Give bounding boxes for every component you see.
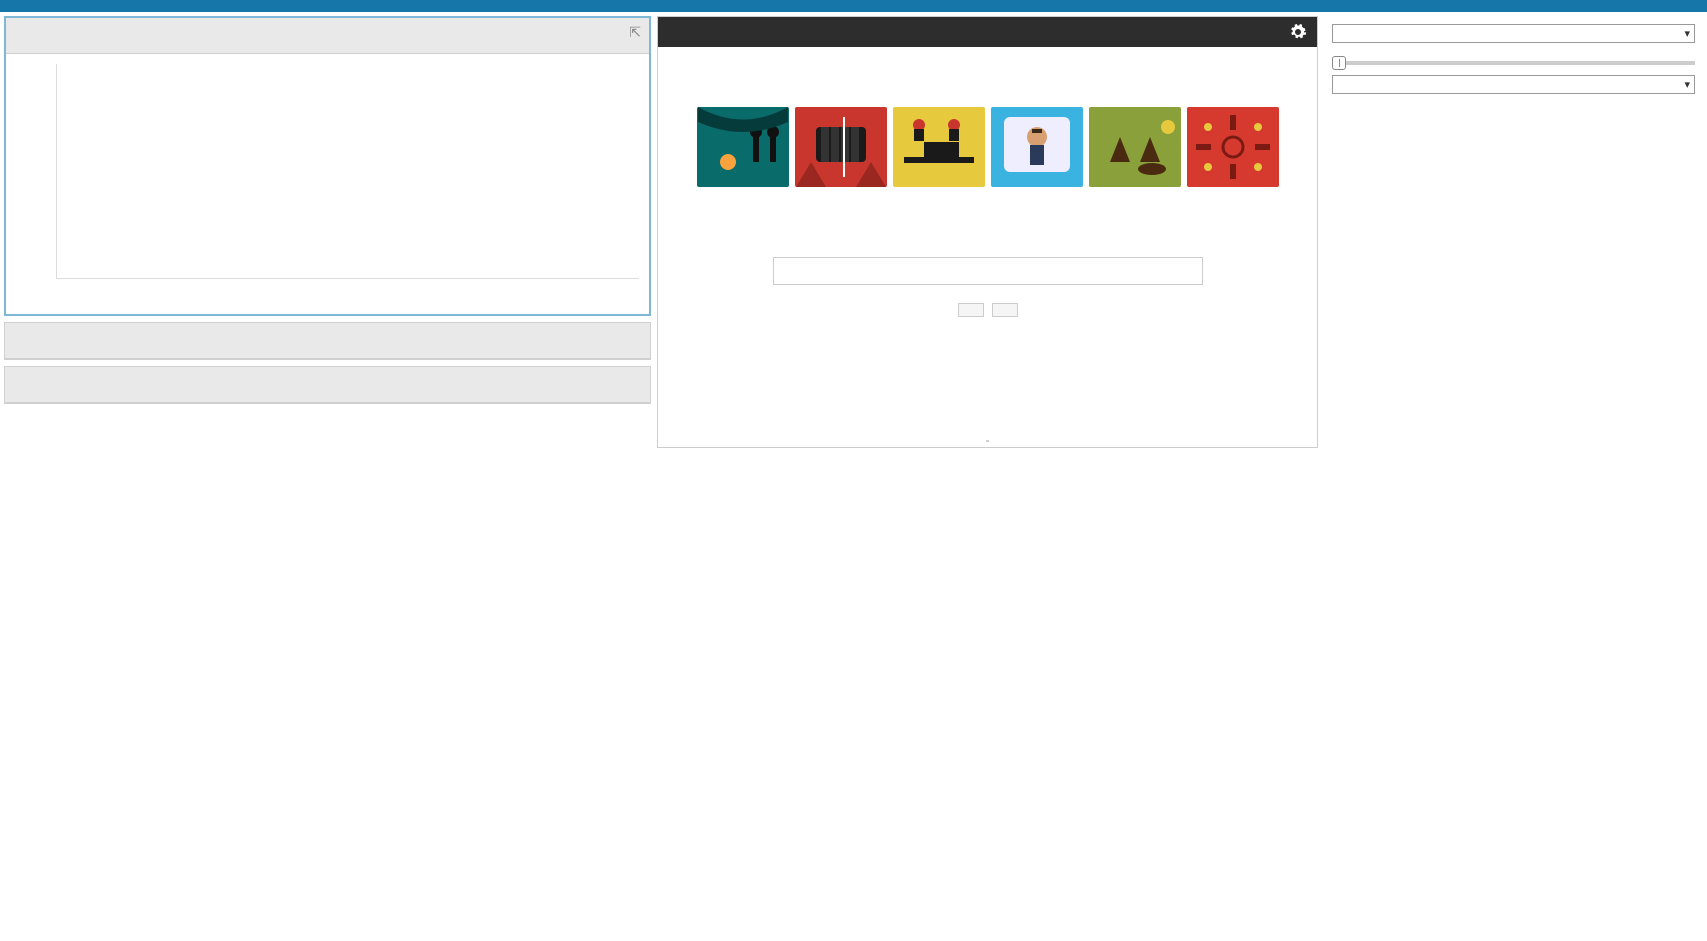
page-ranking-panel — [4, 322, 651, 360]
gear-icon[interactable] — [1289, 23, 1307, 41]
campaign-ranking-header — [5, 367, 650, 403]
google-search-button[interactable] — [958, 303, 984, 317]
search-input[interactable] — [773, 257, 1203, 285]
range-mode-select[interactable]: ▾ — [1332, 75, 1695, 94]
chevron-down-icon: ▾ — [1684, 78, 1690, 91]
doodle-tile[interactable] — [1089, 107, 1181, 187]
browser-preview: - — [657, 16, 1318, 448]
doodle-row — [658, 107, 1317, 187]
scatter-panel-header: ⇱ — [6, 18, 649, 54]
offered-in — [658, 357, 1317, 371]
doodle-tile[interactable] — [1187, 107, 1279, 187]
google-footer-links — [658, 401, 1317, 415]
doodle-tile[interactable] — [991, 107, 1083, 187]
filter-sidebar: ▾ ▾ — [1320, 12, 1707, 452]
rank-slider[interactable] — [1332, 61, 1695, 65]
doodle-tile[interactable] — [893, 107, 985, 187]
dashboard-title — [0, 0, 1707, 12]
slider-thumb-min[interactable] — [1332, 56, 1346, 70]
doodle-tile[interactable] — [697, 107, 789, 187]
feeling-lucky-button[interactable] — [992, 303, 1018, 317]
google-topbar — [658, 17, 1317, 47]
expand-icon[interactable]: ⇱ — [629, 24, 641, 41]
page-ranking-header — [5, 323, 650, 359]
doodle-tile[interactable] — [795, 107, 887, 187]
chevron-down-icon: ▾ — [1684, 27, 1690, 40]
left-column: ⇱ — [0, 12, 655, 452]
scatter-panel: ⇱ — [4, 16, 651, 316]
google-copyright: - — [658, 435, 1317, 447]
scatter-plot[interactable] — [6, 54, 649, 314]
campaign-ranking-panel — [4, 366, 651, 404]
date-filter-select[interactable]: ▾ — [1332, 24, 1695, 43]
